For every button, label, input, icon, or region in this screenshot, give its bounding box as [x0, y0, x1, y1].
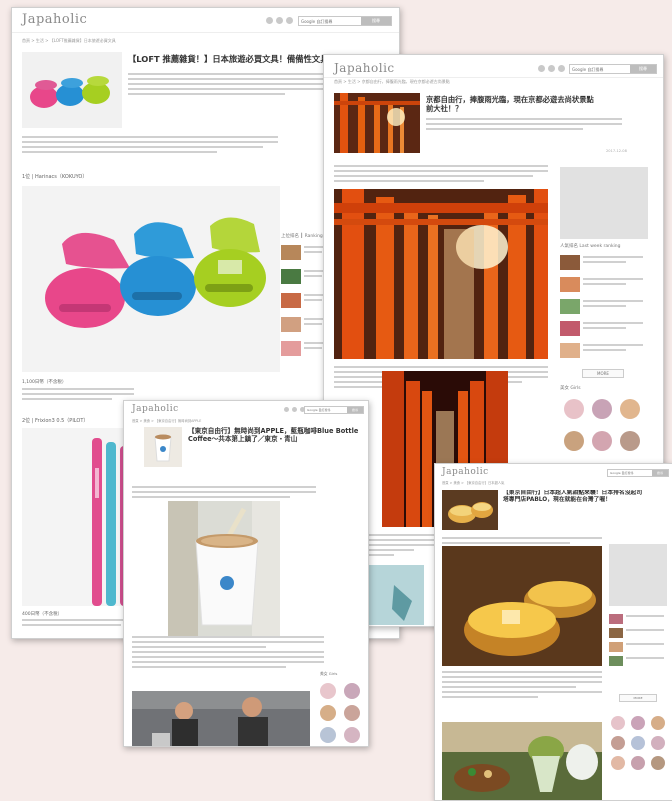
- item-price-1: 1,100日幣（不含稅）: [22, 380, 67, 385]
- article-body-text: [334, 164, 548, 185]
- search-button[interactable]: 搜尋: [630, 65, 656, 73]
- item-caption-1: 1位 | Harinacs（KOKUYO）: [22, 174, 88, 180]
- avatar[interactable]: [651, 756, 665, 770]
- avatar[interactable]: [611, 756, 625, 770]
- search-button[interactable]: 搜尋: [361, 17, 391, 25]
- breadcrumb[interactable]: 首頁 > 生活 > 【LOFT推薦雜貨】日本旅遊必買文具: [22, 38, 352, 44]
- article-hero-image: [144, 427, 182, 467]
- ranking-heading: 人氣排名 Last week ranking: [560, 244, 621, 249]
- site-logo[interactable]: Japaholic: [442, 467, 489, 477]
- avatar[interactable]: [344, 705, 360, 721]
- item-caption-2: 2位 | Frixion3 0.5（PILOT）: [22, 418, 89, 424]
- instagram-icon[interactable]: [286, 17, 293, 24]
- search-input[interactable]: [570, 65, 630, 73]
- ranking-item[interactable]: [560, 255, 650, 270]
- social-icons: [284, 407, 305, 412]
- ranking-item[interactable]: [560, 343, 650, 358]
- search-input[interactable]: [608, 470, 652, 476]
- item-description-2: [22, 618, 132, 629]
- avatar[interactable]: [651, 716, 665, 730]
- twitter-icon[interactable]: [276, 17, 283, 24]
- avatar[interactable]: [320, 705, 336, 721]
- twitter-icon[interactable]: [548, 65, 555, 72]
- article-date: 2017-12-08: [606, 149, 627, 153]
- ranking-item[interactable]: [609, 628, 669, 638]
- avatar[interactable]: [620, 431, 640, 451]
- stapler-product-image: [22, 186, 280, 372]
- search-button[interactable]: 搜尋: [347, 407, 363, 413]
- article-body-text: [132, 485, 316, 501]
- avatar[interactable]: [320, 683, 336, 699]
- avatar[interactable]: [592, 399, 612, 419]
- ranking-item[interactable]: [609, 614, 669, 624]
- cheese-tart-image: [442, 546, 602, 666]
- search-box: 搜尋: [298, 16, 392, 26]
- breadcrumb[interactable]: 首頁 > 美食 > 【東京自由行】無時尚到APPLE: [132, 418, 360, 423]
- avatar[interactable]: [344, 683, 360, 699]
- ranking-heading: 上位排名 ┃ Ranking: [281, 234, 323, 239]
- instagram-icon[interactable]: [558, 65, 565, 72]
- avatar[interactable]: [611, 716, 625, 730]
- cute-heading: 美女 Girls: [320, 671, 338, 676]
- avatar[interactable]: [344, 727, 360, 743]
- article-hero-image: [442, 490, 498, 530]
- avatar[interactable]: [564, 399, 584, 419]
- ranking-item[interactable]: [560, 299, 650, 314]
- torii-gate-image: [334, 189, 548, 359]
- search-input[interactable]: [299, 17, 361, 25]
- avatar[interactable]: [592, 431, 612, 451]
- article-intro: [426, 117, 622, 133]
- article-title: 京都自由行，捧腹雨光臨，現在京都必遊去尚状景點前大社！？: [426, 95, 594, 114]
- avatar[interactable]: [631, 736, 645, 750]
- article-paragraph: [132, 635, 324, 671]
- barista-image: [132, 691, 310, 746]
- breadcrumb[interactable]: 首頁 > 生活 > 京都自由行，捧腹雨光臨，現在京都必遊古尚景點: [334, 79, 654, 85]
- facebook-icon[interactable]: [284, 407, 289, 412]
- search-button[interactable]: 搜尋: [652, 470, 668, 476]
- item-price-2: 400日幣（不含稅）: [22, 612, 63, 617]
- avatar[interactable]: [564, 431, 584, 451]
- avatar[interactable]: [320, 727, 336, 743]
- ranking-item[interactable]: [609, 642, 669, 652]
- more-button[interactable]: MORE: [619, 694, 657, 702]
- article-card-pablo: Japaholic 搜尋 首頁 > 美食 > 【東京自由行】日本超人氣 【東京自…: [434, 463, 672, 801]
- sidebar-ad[interactable]: [560, 167, 648, 239]
- avatar[interactable]: [651, 736, 665, 750]
- search-box: 搜尋: [569, 64, 657, 74]
- article-body-text: [22, 135, 278, 156]
- facebook-icon[interactable]: [266, 17, 273, 24]
- sidebar-ad[interactable]: [609, 544, 667, 606]
- search-box: 搜尋: [304, 406, 364, 414]
- search-box: 搜尋: [607, 469, 669, 477]
- breadcrumb[interactable]: 首頁 > 美食 > 【東京自由行】日本超人氣: [442, 480, 666, 485]
- search-input[interactable]: [305, 407, 347, 413]
- article-title: 【東京自由行】無時尚到APPLE，藍瓶咖啡Blue Bottle Coffee～…: [188, 427, 359, 444]
- item-description-1: [22, 387, 134, 403]
- social-icons: [538, 65, 565, 72]
- site-logo[interactable]: Japaholic: [132, 404, 179, 414]
- facebook-icon[interactable]: [538, 65, 545, 72]
- ranking-item[interactable]: [560, 277, 650, 292]
- site-logo[interactable]: Japaholic: [334, 61, 395, 75]
- cute-heading: 美女 Girls: [560, 386, 581, 391]
- article-hero-image: [334, 93, 420, 153]
- social-icons: [266, 17, 293, 24]
- ranking-item[interactable]: [560, 321, 650, 336]
- article-title: 【東京自由行】日本超人氣甜點來襲！日本排名沒起司塔專門店PABLO，現在就能在台…: [503, 490, 643, 504]
- pens-product-image: [22, 428, 134, 606]
- avatar[interactable]: [611, 736, 625, 750]
- avatar[interactable]: [631, 716, 645, 730]
- matcha-dessert-image: [442, 722, 602, 800]
- more-button[interactable]: MORE: [582, 369, 624, 378]
- twitter-icon[interactable]: [292, 407, 297, 412]
- avatar[interactable]: [620, 399, 640, 419]
- site-logo[interactable]: Japaholic: [22, 12, 87, 27]
- article-hero-image: [22, 52, 122, 128]
- ranking-item[interactable]: [609, 656, 669, 666]
- article-card-bluebottle: Japaholic 搜尋 首頁 > 美食 > 【東京自由行】無時尚到APPLE …: [123, 400, 369, 747]
- article-paragraph: [442, 670, 602, 701]
- coffee-cup-image: [168, 501, 280, 637]
- avatar[interactable]: [631, 756, 645, 770]
